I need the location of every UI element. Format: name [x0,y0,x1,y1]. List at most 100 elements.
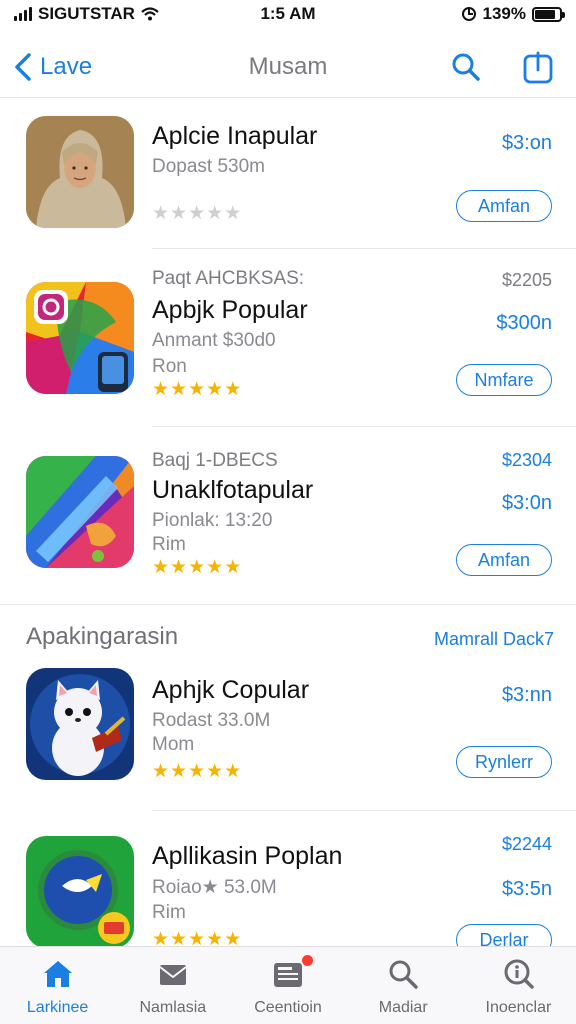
app-rating: ★★★★★ [152,928,242,946]
section-title: Apakingarasin [26,623,179,650]
app-category: Paqt AHCBKSAS: [152,268,305,289]
get-button[interactable]: Amfan [456,544,552,576]
nav-actions [450,50,554,84]
app-name: Unaklfotapular [152,476,314,504]
get-button[interactable]: Derlar [456,924,552,946]
search-icon[interactable] [450,50,482,84]
star-icon: ★ [188,203,207,224]
status-bar: SIGUTSTAR 1:5 AM 139% [0,0,576,28]
news-icon [274,963,302,987]
app-name: Apbjk Popular [152,296,308,324]
star-icon: ★ [224,203,243,224]
see-all-link[interactable]: Mamrall Dack7 [434,629,554,650]
tab-info[interactable]: Inoenclar [461,947,576,1024]
app-subtitle-2: Ron [152,356,187,377]
app-category: Baqj 1-DBECS [152,450,278,471]
app-row[interactable]: Paqt AHCBKSAS: Apbjk Popular Anmant $30d… [0,262,576,422]
star-icon: ★ [170,203,189,224]
app-row[interactable]: Aplcie Inapular Dopast 530m ★★★★★ $3:on … [0,112,576,252]
location-icon [461,7,476,21]
tab-label: Madiar [378,999,428,1016]
back-button[interactable]: Lave [12,52,92,82]
star-icon: ★ [188,379,207,400]
battery-level [535,9,556,19]
star-icon: ★ [188,929,207,946]
battery-percent: 139% [482,4,526,23]
app-row[interactable]: Apllikasin Poplan Roiao★ 53.0M Rim ★★★★★… [0,824,576,946]
app-name: Aplcie Inapular [152,122,318,150]
tab-label: Inoenclar [485,999,552,1016]
star-icon: ★ [152,557,171,578]
chat-app-icon [26,836,134,946]
app-rating: ★★★★★ [152,202,242,225]
carrier-name: SIGUTSTAR [38,4,135,23]
app-subtitle: Roiao★ 53.0M [152,877,277,898]
app-subtitle-2: Rim [152,534,186,555]
app-subtitle-2: Mom [152,734,195,755]
search-icon [389,960,418,989]
home-icon [43,961,72,987]
star-icon: ★ [152,203,171,224]
app-price-secondary: $2244 [501,834,552,854]
tab-label: Ceentioin [254,999,322,1016]
share-icon[interactable] [522,50,554,84]
tab-bar: Larkinee Namlasia Ceentioin Madiar Inoen… [0,946,576,1024]
star-icon: ★ [170,557,189,578]
tab-search[interactable]: Madiar [346,947,461,1024]
tab-news[interactable]: Ceentioin [230,947,345,1024]
app-price-secondary: $2304 [501,450,552,470]
app-subtitle: Rodast 33.0M [152,710,271,731]
app-price: $3:5n [501,878,552,900]
app-name: Aphjk Copular [152,676,310,704]
app-row[interactable]: Aphjk Copular Rodast 33.0M Mom ★★★★★ $3:… [0,668,576,808]
get-button[interactable]: Rynlerr [456,746,552,778]
notification-badge [301,955,313,966]
tab-label: Larkinee [26,999,89,1016]
app-row[interactable]: Baqj 1-DBECS Unaklfotapular Pionlak: 13:… [0,440,576,600]
star-icon: ★ [224,557,243,578]
tab-mail[interactable]: Namlasia [115,947,230,1024]
tab-label: Namlasia [139,999,207,1016]
nav-bar: Lave Musam [0,36,576,98]
divider [152,810,576,811]
star-icon: ★ [170,761,189,782]
star-icon: ★ [224,929,243,946]
status-time: 1:5 AM [260,4,316,23]
app-name: Apllikasin Poplan [152,842,343,870]
tab-home[interactable]: Larkinee [0,947,115,1024]
app-rating: ★★★★★ [152,378,242,401]
app-price: $3:on [501,132,552,154]
info-icon [504,959,535,989]
signal-icon [14,7,32,21]
divider [152,426,576,427]
star-icon: ★ [206,761,225,782]
star-icon: ★ [152,379,171,400]
battery-icon [532,6,565,22]
app-subtitle: Dopast 530m [152,156,266,177]
chevron-left-icon [15,52,31,81]
status-left: SIGUTSTAR [14,4,214,24]
camera-app-icon [26,282,134,394]
app-subtitle-2: Rim [152,902,186,923]
status-right: 139% [362,4,565,24]
app-subtitle: Anmant $30d0 [152,330,276,351]
star-icon: ★ [170,379,189,400]
app-price: $3:0n [501,492,552,514]
star-icon: ★ [188,761,207,782]
section-header: Apakingarasin Mamrall Dack7 [0,604,576,668]
app-subtitle: Pionlak: 13:20 [152,510,273,531]
mail-icon [159,965,187,985]
app-price: $300n [496,312,552,334]
star-icon: ★ [224,379,243,400]
app-price-secondary: $2205 [501,270,552,290]
get-button[interactable]: Nmfare [456,364,552,396]
app-rating: ★★★★★ [152,556,242,579]
star-icon: ★ [152,929,171,946]
get-button[interactable]: Amfan [456,190,552,222]
portrait-icon [26,116,134,228]
star-icon: ★ [170,929,189,946]
star-icon: ★ [206,379,225,400]
star-icon: ★ [152,761,171,782]
star-icon: ★ [206,203,225,224]
divider [152,248,576,249]
